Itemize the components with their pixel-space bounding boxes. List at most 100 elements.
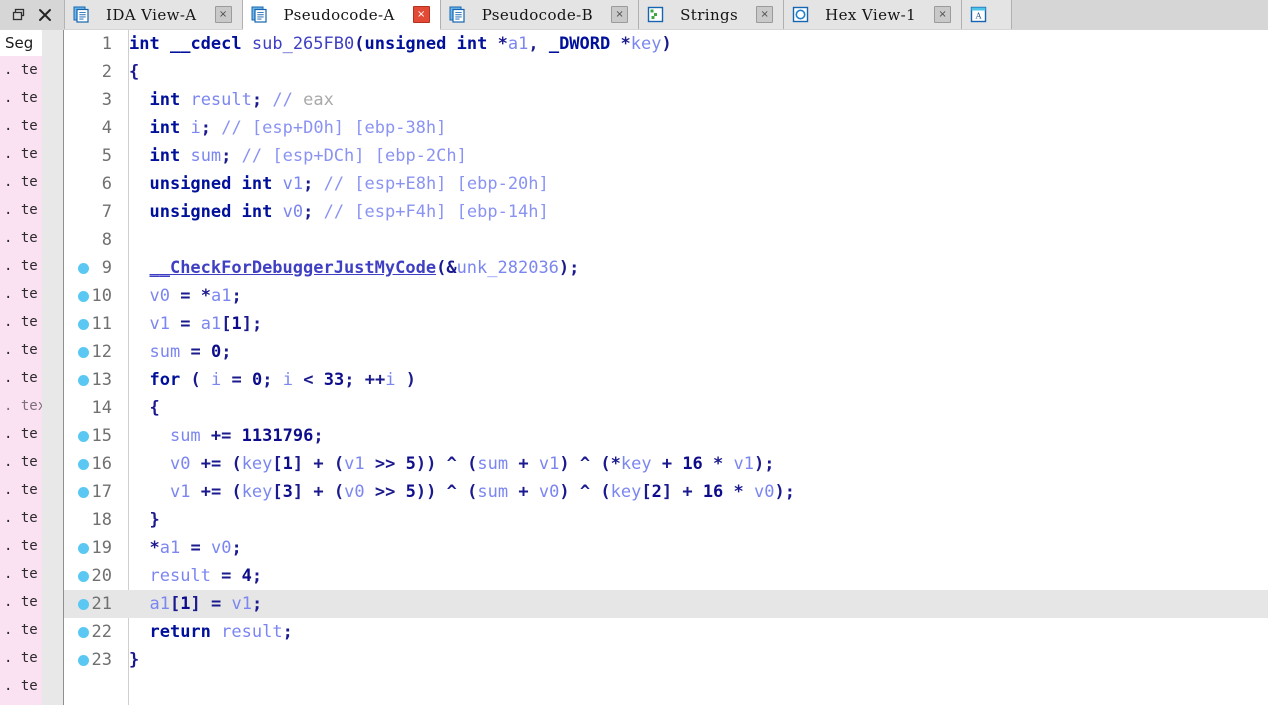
breakpoint-dot-icon[interactable] (78, 571, 89, 582)
tab-hex-view-1[interactable]: Hex View-1 × (784, 0, 963, 29)
segment-row[interactable]: . te (0, 448, 42, 476)
code-line[interactable]: 5 int sum; // [esp+DCh] [ebp-2Ch] (64, 142, 1268, 170)
restore-window-button[interactable] (12, 8, 26, 22)
breakpoint-dot-icon[interactable] (78, 319, 89, 330)
code-text: v1 = a1[1]; (149, 314, 263, 334)
code-line[interactable]: 13 for ( i = 0; i < 33; ++i ) (64, 366, 1268, 394)
breakpoint-dot-icon[interactable] (78, 487, 89, 498)
code-line[interactable]: 18 } (64, 506, 1268, 534)
code-line[interactable]: 1 int __cdecl sub_265FB0(unsigned int *a1… (64, 30, 1268, 58)
breakpoint-dot-icon[interactable] (78, 375, 89, 386)
code-text: int __cdecl sub_265FB0(unsigned int *a1,… (129, 34, 672, 54)
code-line[interactable]: 23} (64, 646, 1268, 674)
segment-row[interactable]: . te (0, 280, 42, 308)
segment-row[interactable]: . te (0, 588, 42, 616)
segment-row[interactable]: . te (0, 224, 42, 252)
segment-row[interactable]: . te (0, 616, 42, 644)
segment-row[interactable]: . te (0, 84, 42, 112)
document-icon (73, 6, 90, 23)
segment-row[interactable]: . te (0, 532, 42, 560)
close-window-button[interactable] (38, 8, 52, 22)
tab-pseudocode-a[interactable]: Pseudocode-A × (242, 0, 441, 30)
segment-row[interactable]: . te (0, 252, 42, 280)
tab-ida-view-a[interactable]: IDA View-A × (65, 0, 243, 29)
code-line[interactable]: 15 sum += 1131796; (64, 422, 1268, 450)
tab-pseudocode-b[interactable]: Pseudocode-B × (440, 0, 640, 29)
segment-row[interactable]: . te (0, 336, 42, 364)
segment-row[interactable]: . te (0, 140, 42, 168)
code-line-container[interactable]: 1 int __cdecl sub_265FB0(unsigned int *a1… (64, 30, 1268, 674)
line-number: 4 (101, 118, 112, 138)
line-number: 3 (101, 90, 112, 110)
code-text: v0 = *a1; (149, 286, 242, 306)
code-line[interactable]: 2{ (64, 58, 1268, 86)
line-number: 12 (91, 342, 112, 362)
breakpoint-dot-icon[interactable] (78, 431, 89, 442)
code-text: } (149, 510, 160, 530)
line-number: 22 (91, 622, 112, 642)
tab-close-button[interactable]: × (756, 6, 774, 23)
segment-row[interactable]: . te (0, 112, 42, 140)
segment-row[interactable]: . te (0, 364, 42, 392)
code-line[interactable]: 22 return result; (64, 618, 1268, 646)
line-number: 20 (91, 566, 112, 586)
tab-close-button[interactable]: × (611, 6, 629, 23)
tab-structures[interactable]: A (962, 0, 1013, 29)
code-text: __CheckForDebuggerJustMyCode(&unk_282036… (149, 258, 580, 278)
code-line[interactable]: 10 v0 = *a1; (64, 282, 1268, 310)
code-line[interactable]: 8 (64, 226, 1268, 254)
code-text: unsigned int v1; // [esp+E8h] [ebp-20h] (149, 174, 549, 194)
segments-sidebar[interactable]: Seg . te. te. te. te. te. te. te. te. te… (0, 30, 64, 705)
code-line[interactable]: 7 unsigned int v0; // [esp+F4h] [ebp-14h… (64, 198, 1268, 226)
segment-row[interactable]: . te (0, 504, 42, 532)
segment-row[interactable]: . te (0, 476, 42, 504)
breakpoint-dot-icon[interactable] (78, 543, 89, 554)
code-line[interactable]: 14 { (64, 394, 1268, 422)
segment-row[interactable]: . te (0, 420, 42, 448)
line-number: 17 (91, 482, 112, 502)
segment-row[interactable]: . te (0, 672, 42, 700)
code-line[interactable]: 19 *a1 = v0; (64, 534, 1268, 562)
tab-close-button[interactable]: × (214, 6, 232, 23)
code-text: return result; (149, 622, 293, 642)
tab-strings[interactable]: Strings × (639, 0, 785, 29)
line-number: 19 (91, 538, 112, 558)
breakpoint-dot-icon[interactable] (78, 263, 89, 274)
tab-close-button[interactable]: × (412, 6, 430, 23)
code-line[interactable]: 17 v1 += (key[3] + (v0 >> 5)) ^ (sum + v… (64, 478, 1268, 506)
code-line[interactable]: 20 result = 4; (64, 562, 1268, 590)
line-number: 11 (91, 314, 112, 334)
code-line-cursor[interactable]: 21 a1[1] = v1; (64, 590, 1268, 618)
breakpoint-dot-icon[interactable] (78, 459, 89, 470)
segment-row[interactable]: . te (0, 700, 42, 705)
pseudocode-pane[interactable]: 1 int __cdecl sub_265FB0(unsigned int *a1… (64, 30, 1268, 705)
code-text: v0 += (key[1] + (v1 >> 5)) ^ (sum + v1) … (169, 454, 775, 474)
code-line[interactable]: 3 int result; // eax (64, 86, 1268, 114)
breakpoint-dot-icon[interactable] (78, 599, 89, 610)
breakpoint-dot-icon[interactable] (78, 291, 89, 302)
code-line[interactable]: 11 v1 = a1[1]; (64, 310, 1268, 338)
segment-row[interactable]: . te (0, 56, 42, 84)
code-text: int result; // eax (149, 90, 334, 110)
segment-row[interactable]: . te (0, 644, 42, 672)
tab-close-button[interactable]: × (934, 6, 952, 23)
segment-row[interactable]: . te (0, 308, 42, 336)
segments-header: Seg (0, 30, 42, 56)
segment-row[interactable]: . te (0, 560, 42, 588)
segments-list[interactable]: . te. te. te. te. te. te. te. te. te. te… (0, 56, 42, 705)
window-tab-bar: IDA View-A × Pseudocode-A × Pseudocode-B… (0, 0, 1268, 31)
tab-label: Pseudocode-A (283, 5, 395, 24)
segment-row[interactable]: . te (0, 168, 42, 196)
code-line[interactable]: 4 int i; // [esp+D0h] [ebp-38h] (64, 114, 1268, 142)
structures-icon: A (970, 6, 987, 23)
code-line[interactable]: 16 v0 += (key[1] + (v1 >> 5)) ^ (sum + v… (64, 450, 1268, 478)
segment-row[interactable]: . tex (0, 392, 42, 420)
code-line[interactable]: 6 unsigned int v1; // [esp+E8h] [ebp-20h… (64, 170, 1268, 198)
breakpoint-dot-icon[interactable] (78, 347, 89, 358)
code-line[interactable]: 9 __CheckForDebuggerJustMyCode(&unk_2820… (64, 254, 1268, 282)
code-line[interactable]: 12 sum = 0; (64, 338, 1268, 366)
segment-row[interactable]: . te (0, 196, 42, 224)
breakpoint-dot-icon[interactable] (78, 655, 89, 666)
breakpoint-dot-icon[interactable] (78, 627, 89, 638)
window-controls (0, 0, 65, 29)
